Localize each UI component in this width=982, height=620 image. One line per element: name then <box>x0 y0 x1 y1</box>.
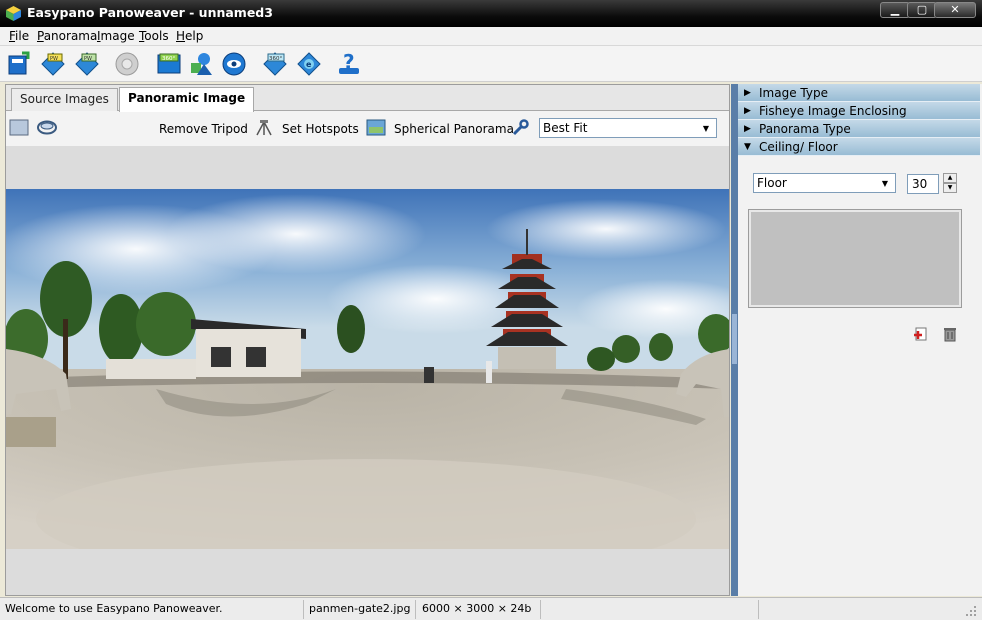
section-panorama-type[interactable]: ▶ Panorama Type <box>738 120 980 138</box>
publish-flash-icon[interactable]: PW <box>40 51 66 77</box>
expand-triangle-icon: ▶ <box>744 106 751 116</box>
app-logo-icon <box>6 6 21 21</box>
svg-text:360°: 360° <box>162 56 175 62</box>
expand-triangle-icon: ▶ <box>744 88 751 98</box>
status-bar: Welcome to use Easypano Panoweaver. panm… <box>0 597 982 620</box>
status-empty-1 <box>543 600 759 619</box>
close-button[interactable]: ✕ <box>934 2 976 18</box>
main-toolbar: PW PW 360° 360° e ? <box>0 46 982 82</box>
wrench-icon[interactable] <box>510 119 530 136</box>
menu-image[interactable]: Image <box>97 29 135 43</box>
new-project-icon[interactable] <box>6 51 32 77</box>
status-message: Welcome to use Easypano Panoweaver. <box>2 600 304 619</box>
size-input[interactable]: 30 <box>907 174 939 194</box>
splitter-grip[interactable] <box>732 314 737 364</box>
cylinder-view-icon[interactable] <box>37 119 57 136</box>
shapes-icon[interactable] <box>188 51 214 77</box>
main-workspace: Source Images Panoramic Image Remove Tri… <box>5 84 730 596</box>
resize-grip-icon[interactable] <box>963 603 977 617</box>
menu-panorama[interactable]: Panorama <box>37 29 97 43</box>
chevron-down-icon[interactable]: ▼ <box>878 177 892 190</box>
svg-text:360°: 360° <box>269 56 282 62</box>
svg-text:e: e <box>306 60 312 69</box>
stepper-down-button[interactable]: ▼ <box>943 183 957 193</box>
hotspot-icon[interactable] <box>366 119 386 136</box>
tab-panoramic-image[interactable]: Panoramic Image <box>119 87 255 112</box>
zoom-select[interactable]: Best Fit ▼ <box>539 118 717 138</box>
collapse-triangle-icon: ▼ <box>744 142 751 152</box>
ceiling-floor-select[interactable]: Floor ▼ <box>753 173 896 193</box>
stepper-up-button[interactable]: ▲ <box>943 173 957 183</box>
preview-eye-icon[interactable] <box>221 51 247 77</box>
remove-tripod-label[interactable]: Remove Tripod <box>159 122 248 136</box>
menu-file[interactable]: File <box>9 29 29 43</box>
trash-icon[interactable] <box>942 326 958 342</box>
svg-text:?: ? <box>343 51 355 74</box>
properties-panel: ▶ Image Type ▶ Fisheye Image Enclosing ▶… <box>738 84 982 596</box>
chevron-down-icon[interactable]: ▼ <box>699 122 713 135</box>
status-filename: panmen-gate2.jpg <box>306 600 416 619</box>
expand-triangle-icon: ▶ <box>744 124 751 134</box>
size-stepper[interactable]: ▲ ▼ <box>943 173 957 194</box>
panorama-image[interactable] <box>6 189 729 549</box>
svg-text:PW: PW <box>50 56 58 62</box>
set-hotspots-label[interactable]: Set Hotspots <box>282 122 359 136</box>
panel-splitter[interactable] <box>731 84 738 596</box>
view-tabs: Source Images Panoramic Image <box>6 85 729 112</box>
help-icon[interactable]: ? <box>336 51 362 77</box>
rectangle-view-icon[interactable] <box>9 119 29 136</box>
minimize-button[interactable]: ▁ <box>880 2 910 18</box>
status-empty-2 <box>761 600 961 619</box>
window-title: Easypano Panoweaver - unnamed3 <box>27 5 273 20</box>
section-ceiling-floor[interactable]: ▼ Ceiling/ Floor <box>738 138 980 156</box>
menu-help[interactable]: Help <box>176 29 203 43</box>
tripod-icon[interactable] <box>254 119 274 136</box>
publish-360-web-icon[interactable]: 360° <box>262 51 288 77</box>
svg-text:PW: PW <box>84 56 92 62</box>
spherical-panorama-label[interactable]: Spherical Panorama <box>394 122 514 136</box>
publish-360-icon[interactable]: 360° <box>156 51 182 77</box>
ceiling-floor-preview <box>748 209 962 308</box>
menu-bar: File Panorama Image Tools Help <box>0 27 982 46</box>
panorama-canvas[interactable] <box>6 146 729 595</box>
stitch-icon[interactable] <box>114 51 140 77</box>
menu-tools[interactable]: Tools <box>139 29 169 43</box>
publish-ie-icon[interactable]: e <box>296 51 322 77</box>
panorama-toolbar: Remove Tripod Set Hotspots Spherical Pan… <box>6 112 729 145</box>
section-fisheye-image-enclosing[interactable]: ▶ Fisheye Image Enclosing <box>738 102 980 120</box>
maximize-button[interactable]: ▢ <box>907 2 937 18</box>
add-image-icon[interactable] <box>913 326 929 342</box>
tab-source-images[interactable]: Source Images <box>11 88 118 111</box>
publish-java-icon[interactable]: PW <box>74 51 100 77</box>
status-dimensions: 6000 × 3000 × 24b <box>419 600 541 619</box>
section-image-type[interactable]: ▶ Image Type <box>738 84 980 102</box>
title-bar[interactable]: Easypano Panoweaver - unnamed3 ▁ ▢ ✕ <box>0 0 982 27</box>
